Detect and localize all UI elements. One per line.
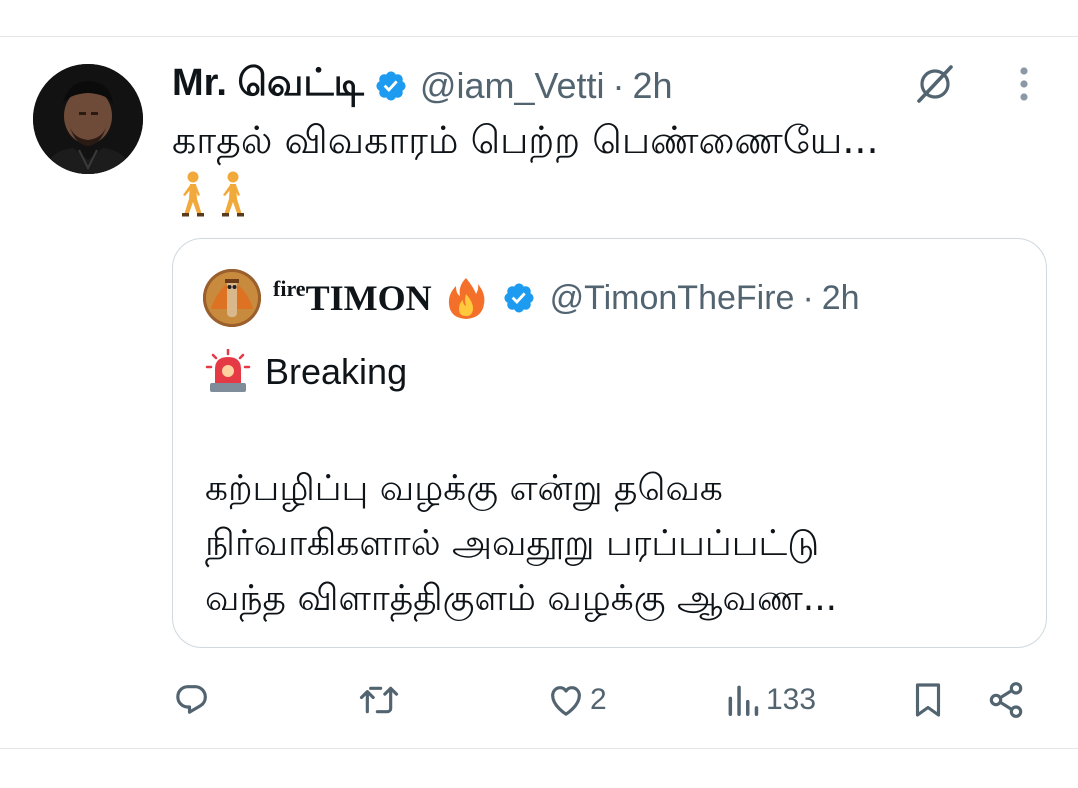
avatar-photo <box>203 269 261 327</box>
more-options-icon <box>1020 67 1028 101</box>
person-walking-emoji <box>182 171 204 217</box>
tweet-header: Mr. வெட்டி @iam_Vetti · 2h <box>172 60 673 112</box>
like-button[interactable]: 2 <box>546 672 607 728</box>
like-icon <box>551 686 581 716</box>
separator-dot: · <box>802 278 814 317</box>
quoted-tweet-card[interactable]: fire TIMON @TimonTheFire · 2h Breaking க… <box>172 238 1047 648</box>
author-display-name[interactable]: Mr. வெட்டி <box>172 62 364 110</box>
quoted-author-avatar[interactable] <box>203 269 261 327</box>
share-icon <box>989 682 1023 718</box>
separator-dot: · <box>612 65 625 106</box>
breaking-label: Breaking <box>265 351 408 392</box>
grok-button[interactable] <box>908 56 962 110</box>
avatar-photo <box>33 64 143 174</box>
more-options-button[interactable] <box>1004 62 1044 106</box>
siren-emoji <box>205 349 251 392</box>
bottom-divider <box>0 748 1078 749</box>
quoted-body-line: கற்பழிப்பு வழக்கு என்று தவெக <box>205 468 723 509</box>
author-avatar[interactable] <box>33 64 143 174</box>
breaking-line: Breaking <box>205 347 407 397</box>
grok-icon <box>917 65 953 103</box>
tweet-action-bar: 2 133 <box>0 672 1078 728</box>
quoted-tweet-timestamp[interactable]: 2h <box>822 279 860 318</box>
tweet-text: காதல் விவகாரம் பெற்ற பெண்ணையே... <box>172 118 879 162</box>
reply-icon <box>176 685 207 714</box>
repost-icon <box>359 686 399 714</box>
views-button[interactable]: 133 <box>724 672 816 728</box>
quoted-tweet-header: fire TIMON @TimonTheFire · 2h <box>203 267 860 329</box>
person-walking-emoji <box>222 171 244 217</box>
top-divider <box>0 36 1078 37</box>
share-button[interactable] <box>986 672 1026 728</box>
quoted-body-line: நிர்வாகிகளால் அவதூறு பரப்பப்பட்டு <box>205 523 820 564</box>
view-count: 133 <box>766 683 817 716</box>
quoted-name-superscript: fire <box>273 276 306 301</box>
fire-emoji <box>446 276 486 320</box>
verified-badge-icon <box>502 281 536 315</box>
author-handle[interactable]: @iam_Vetti <box>420 65 605 107</box>
like-count: 2 <box>590 683 607 716</box>
quoted-author-display-name[interactable]: fire TIMON <box>273 276 432 320</box>
bookmark-button[interactable] <box>910 672 946 728</box>
repost-button[interactable] <box>356 672 402 728</box>
tweet-emoji-row <box>174 168 250 220</box>
reply-button[interactable] <box>172 672 212 728</box>
verified-badge-icon <box>374 69 408 103</box>
quoted-author-handle[interactable]: @TimonTheFire <box>550 279 795 318</box>
tweet-timestamp[interactable]: 2h <box>633 65 673 107</box>
quoted-name-main: TIMON <box>305 278 432 318</box>
quoted-body-line: வந்த விளாத்திகுளம் வழக்கு ஆவண... <box>205 578 838 619</box>
bookmark-icon <box>915 683 941 717</box>
views-icon <box>728 685 759 716</box>
quoted-tweet-body: கற்பழிப்பு வழக்கு என்று தவெக நிர்வாகிகளா… <box>205 461 1025 626</box>
